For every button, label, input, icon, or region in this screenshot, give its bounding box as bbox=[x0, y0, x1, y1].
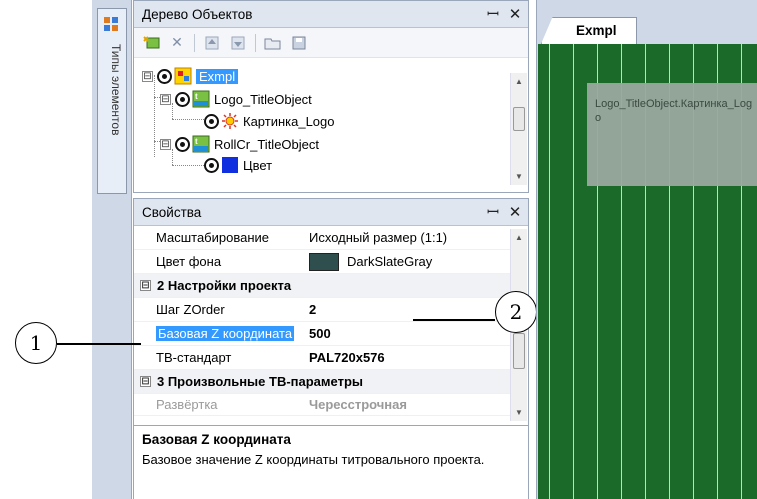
expand-toggle[interactable]: ⊟ bbox=[140, 376, 151, 387]
title-object-icon: t bbox=[192, 90, 210, 108]
tree-scrollbar[interactable]: ▲ ▼ bbox=[510, 73, 527, 185]
property-name: Масштабирование bbox=[156, 230, 270, 245]
close-icon[interactable]: ✕ bbox=[506, 203, 524, 221]
svg-text:t: t bbox=[195, 137, 198, 146]
tree-node-logo-titleobject[interactable]: ⊟ t Logo_TitleObject bbox=[160, 88, 312, 110]
property-value[interactable]: Исходный размер (1:1) bbox=[309, 230, 511, 245]
tree-panel-title: Дерево Объектов bbox=[142, 6, 253, 22]
callout-1: 1 bbox=[15, 322, 57, 364]
tree-node-label: Logo_TitleObject bbox=[214, 91, 312, 107]
expand-toggle[interactable]: ⊟ bbox=[142, 70, 153, 82]
callout-2: 2 bbox=[495, 291, 537, 333]
visibility-eye-icon[interactable] bbox=[175, 91, 190, 107]
tree-node-picture-logo[interactable]: Картинка_Logo bbox=[204, 110, 335, 132]
property-value[interactable]: 2 bbox=[309, 302, 511, 317]
scroll-down-icon[interactable]: ▼ bbox=[511, 408, 527, 417]
scroll-down-icon[interactable]: ▼ bbox=[511, 172, 527, 181]
delete-icon[interactable]: ✕ bbox=[168, 34, 186, 52]
tree-connector bbox=[172, 165, 204, 166]
expand-toggle[interactable]: ⊟ bbox=[160, 93, 171, 105]
visibility-eye-icon[interactable] bbox=[175, 136, 190, 152]
description-text: Базовое значение Z координаты титровальн… bbox=[142, 452, 485, 467]
scroll-thumb[interactable] bbox=[513, 333, 525, 369]
property-value: Чересстрочная bbox=[309, 397, 407, 412]
callout-1-line bbox=[57, 343, 141, 345]
object-tree-panel: Дерево Объектов ꟷ ✕ ✕ ⊟ Exmpl ⊟ t Logo_T… bbox=[133, 0, 529, 193]
close-icon[interactable]: ✕ bbox=[506, 5, 524, 23]
tree-connector bbox=[154, 75, 155, 157]
svg-text:t: t bbox=[195, 92, 198, 101]
description-title: Базовая Z координата bbox=[142, 432, 291, 447]
element-types-icon bbox=[103, 16, 119, 32]
property-name: ТВ-стандарт bbox=[156, 350, 232, 365]
picture-icon bbox=[221, 112, 239, 130]
tree-node-exmpl[interactable]: ⊟ Exmpl bbox=[142, 65, 239, 87]
visibility-eye-icon[interactable] bbox=[204, 157, 219, 173]
open-folder-icon[interactable] bbox=[264, 34, 282, 52]
selected-property-label: Базовая Z координата bbox=[156, 326, 295, 341]
scroll-thumb[interactable] bbox=[513, 107, 525, 131]
expand-toggle[interactable]: ⊟ bbox=[140, 280, 151, 291]
save-icon[interactable] bbox=[290, 34, 308, 52]
property-name: Развёртка bbox=[156, 397, 218, 412]
property-row[interactable]: Масштабирование Исходный размер (1:1) bbox=[134, 226, 511, 250]
document-tab[interactable]: Exmpl bbox=[541, 17, 637, 44]
add-object-icon[interactable] bbox=[142, 34, 160, 52]
category-label: 3 Произвольные ТВ-параметры bbox=[157, 374, 364, 389]
project-icon bbox=[174, 67, 192, 85]
property-category[interactable]: ⊟ 2 Настройки проекта bbox=[134, 274, 511, 298]
scroll-up-icon[interactable]: ▲ bbox=[511, 233, 527, 242]
move-up-icon[interactable] bbox=[203, 34, 221, 52]
toolbar-separator bbox=[255, 33, 256, 52]
visibility-eye-icon[interactable] bbox=[204, 113, 219, 129]
property-grid: Масштабирование Исходный размер (1:1) Цв… bbox=[134, 226, 511, 424]
color-name: DarkSlateGray bbox=[347, 254, 433, 269]
element-types-label: Типы элементов bbox=[109, 44, 123, 136]
property-row[interactable]: Развёртка Чересстрочная bbox=[134, 394, 511, 416]
tree-panel-header: Дерево Объектов ꟷ ✕ bbox=[134, 1, 528, 28]
tree-node-color[interactable]: Цвет bbox=[204, 156, 272, 174]
property-row[interactable]: ТВ-стандарт PAL720x576 bbox=[134, 346, 511, 370]
logo-object-label: Logo_TitleObject.Картинка_Logo bbox=[595, 98, 753, 124]
pin-icon[interactable]: ꟷ bbox=[484, 4, 502, 24]
visibility-eye-icon[interactable] bbox=[157, 68, 172, 84]
property-name: Шаг ZOrder bbox=[156, 302, 225, 317]
category-label: 2 Настройки проекта bbox=[157, 278, 292, 293]
tree-node-label: RollCr_TitleObject bbox=[214, 136, 319, 152]
property-description: Базовая Z координата Базовое значение Z … bbox=[134, 425, 528, 499]
tree-node-label: Exmpl bbox=[196, 68, 239, 84]
tree-node-label: Цвет bbox=[243, 157, 273, 173]
property-category[interactable]: ⊟ 3 Произвольные ТВ-параметры bbox=[134, 370, 511, 394]
property-row-selected[interactable]: Базовая Z координата 500 bbox=[134, 322, 511, 346]
toolbar-separator bbox=[194, 33, 195, 52]
move-down-icon[interactable] bbox=[229, 34, 247, 52]
callout-2-line bbox=[413, 319, 495, 321]
object-tree: ⊟ Exmpl ⊟ t Logo_TitleObject Картинка_Lo… bbox=[142, 63, 512, 191]
color-swatch bbox=[309, 252, 339, 271]
property-value[interactable]: PAL720x576 bbox=[309, 350, 511, 365]
pin-icon[interactable]: ꟷ bbox=[484, 202, 502, 222]
tree-toolbar: ✕ bbox=[134, 28, 528, 58]
title-object-icon: t bbox=[192, 135, 210, 153]
properties-panel: Свойства ꟷ ✕ Масштабирование Исходный ра… bbox=[133, 198, 529, 499]
props-panel-header: Свойства ꟷ ✕ bbox=[134, 199, 528, 226]
tree-node-rollcr-titleobject[interactable]: ⊟ t RollCr_TitleObject bbox=[160, 133, 319, 155]
expand-toggle[interactable]: ⊟ bbox=[160, 138, 171, 150]
property-name: Базовая Z координата bbox=[134, 326, 309, 341]
props-panel-title: Свойства bbox=[142, 204, 202, 220]
scroll-up-icon[interactable]: ▲ bbox=[511, 77, 527, 86]
tree-node-label: Картинка_Logo bbox=[243, 113, 335, 129]
color-icon bbox=[221, 156, 239, 174]
property-name: Цвет фона bbox=[156, 254, 222, 269]
property-value[interactable]: DarkSlateGray bbox=[309, 252, 511, 271]
property-row[interactable]: Цвет фона DarkSlateGray bbox=[134, 250, 511, 274]
property-value[interactable]: 500 bbox=[309, 326, 511, 341]
tree-connector bbox=[172, 119, 204, 120]
